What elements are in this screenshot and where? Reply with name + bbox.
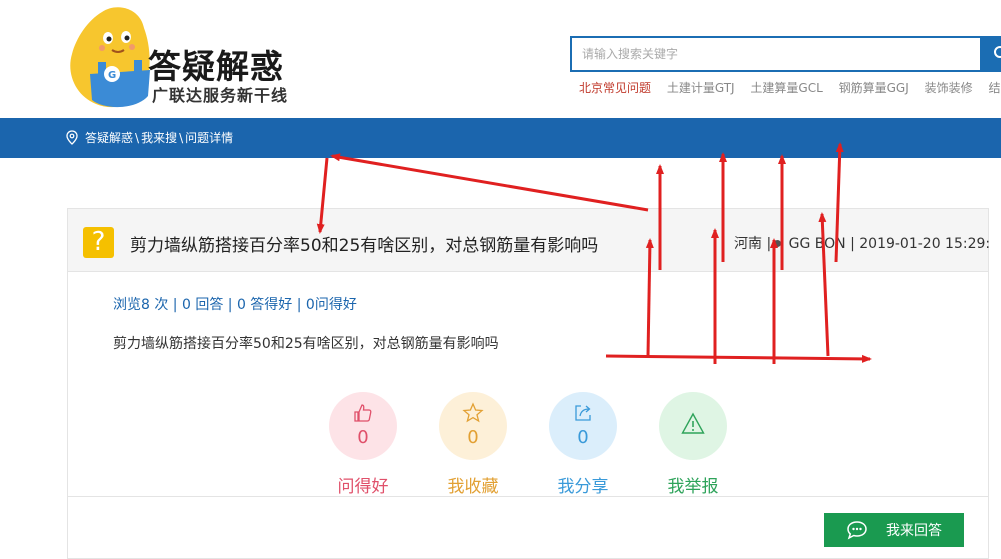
annotation-arrow xyxy=(330,153,649,212)
card-divider xyxy=(68,496,988,497)
search-input[interactable] xyxy=(572,38,980,70)
search-box xyxy=(570,36,982,72)
like-count: 0 xyxy=(357,427,369,448)
report-circle xyxy=(659,392,727,460)
quick-link-settlement[interactable]: 结算 xyxy=(988,79,1001,96)
question-author[interactable]: GG BON xyxy=(789,236,846,252)
question-region: 河南 xyxy=(734,236,762,252)
logo-subtitle: 广联达服务新干线 xyxy=(152,86,289,105)
question-meta: 河南 | GG BON | 2019-01-20 15:29: xyxy=(734,236,991,252)
report-button[interactable]: 我举报 xyxy=(658,392,728,497)
search-icon xyxy=(994,46,1001,58)
like-button[interactable]: 0 问得好 xyxy=(328,392,398,497)
logo-title: 答疑解惑 xyxy=(148,47,284,86)
like-label: 问得好 xyxy=(337,477,389,497)
chat-bubble-icon xyxy=(847,521,867,540)
answer-button-label: 我来回答 xyxy=(886,523,942,539)
question-stats: 浏览8 次 | 0 回答 | 0 答得好 | 0问得好 xyxy=(113,297,357,313)
breadcrumb-current: 问题详情 xyxy=(185,131,234,145)
like-circle: 0 xyxy=(329,392,397,460)
question-header: ? 剪力墙纵筋搭接百分率50和25有啥区别，对总钢筋量有影响吗 河南 | GG … xyxy=(68,209,991,272)
warning-icon xyxy=(681,412,705,434)
location-pin-icon xyxy=(66,130,78,145)
breadcrumb-home[interactable]: 答疑解惑 xyxy=(85,129,133,146)
breadcrumb-separator: \ xyxy=(135,130,140,145)
search-button[interactable] xyxy=(982,36,1001,72)
question-datetime: 2019-01-20 15:29: xyxy=(859,236,991,252)
quick-link-gtj[interactable]: 土建计量GTJ xyxy=(667,79,735,96)
share-circle: 0 xyxy=(549,392,617,460)
breadcrumb-bar: 答疑解惑 \ 我来搜 \ 问题详情 xyxy=(0,118,1001,158)
question-card: ? 剪力墙纵筋搭接百分率50和25有啥区别，对总钢筋量有影响吗 河南 | GG … xyxy=(67,208,991,559)
quick-link-decoration[interactable]: 装饰装修 xyxy=(925,79,973,96)
share-button[interactable]: 0 我分享 xyxy=(548,392,618,497)
quick-links: 北京常见问题 土建计量GTJ 土建算量GCL 钢筋算量GGJ 装饰装修 结算 xyxy=(579,79,1001,96)
quick-link-ggj[interactable]: 钢筋算量GGJ xyxy=(839,79,909,96)
breadcrumb: 答疑解惑 \ 我来搜 \ 问题详情 xyxy=(66,129,233,146)
quick-link-beijing[interactable]: 北京常见问题 xyxy=(579,79,651,96)
svg-text:G: G xyxy=(108,70,116,81)
quick-link-gcl[interactable]: 土建算量GCL xyxy=(750,79,822,96)
breadcrumb-separator: \ xyxy=(179,130,184,145)
star-icon xyxy=(462,402,484,423)
share-count: 0 xyxy=(577,427,589,448)
question-body: 剪力墙纵筋搭接百分率50和25有啥区别，对总钢筋量有影响吗 xyxy=(113,336,499,352)
question-mark-icon: ? xyxy=(83,227,114,258)
user-dot-icon xyxy=(774,240,782,247)
favorite-button[interactable]: 0 我收藏 xyxy=(438,392,508,497)
question-title: 剪力墙纵筋搭接百分率50和25有啥区别，对总钢筋量有影响吗 xyxy=(130,236,599,256)
favorite-circle: 0 xyxy=(439,392,507,460)
share-label: 我分享 xyxy=(557,477,609,497)
answer-button[interactable]: 我来回答 xyxy=(824,513,964,547)
breadcrumb-search[interactable]: 我来搜 xyxy=(141,129,177,146)
thumb-up-icon xyxy=(354,404,372,422)
report-label: 我举报 xyxy=(667,477,719,497)
share-icon xyxy=(575,405,591,421)
favorite-count: 0 xyxy=(467,427,479,448)
favorite-label: 我收藏 xyxy=(447,477,499,497)
